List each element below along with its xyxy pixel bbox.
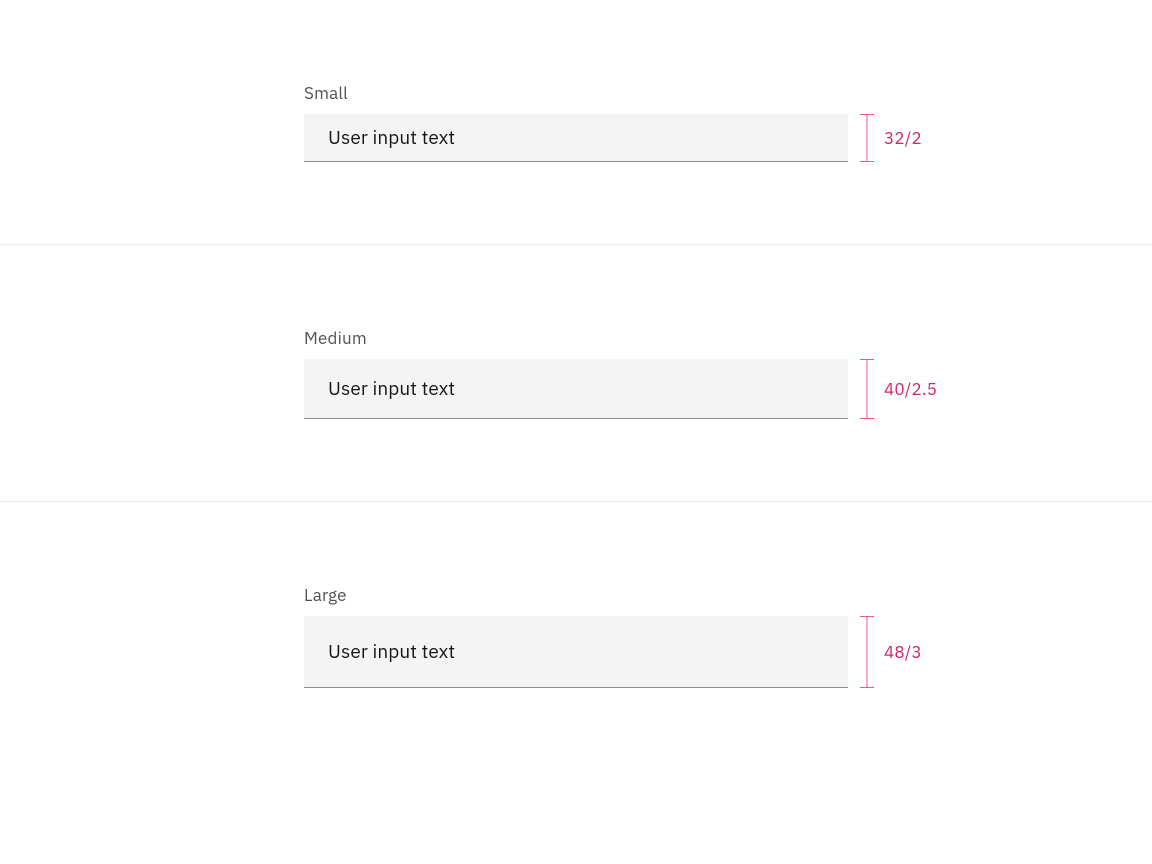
field-label: Medium bbox=[304, 327, 1152, 349]
text-input-large[interactable]: User input text bbox=[304, 616, 848, 688]
height-measure: 40/2.5 bbox=[860, 359, 937, 419]
measure-bracket-icon bbox=[860, 616, 874, 688]
height-measure: 48/3 bbox=[860, 616, 922, 688]
field-label: Small bbox=[304, 82, 1152, 104]
measure-value: 32/2 bbox=[884, 127, 922, 149]
height-measure: 32/2 bbox=[860, 114, 922, 162]
field-label: Large bbox=[304, 584, 1152, 606]
text-input-medium[interactable]: User input text bbox=[304, 359, 848, 419]
measure-bracket-icon bbox=[860, 359, 874, 419]
measure-bracket-icon bbox=[860, 114, 874, 162]
size-section-medium: Medium User input text 40/2.5 bbox=[0, 244, 1152, 501]
size-section-small: Small User input text 32/2 bbox=[0, 0, 1152, 244]
spec-page: Small User input text 32/2 Medium User i… bbox=[0, 0, 1152, 770]
field-row: User input text 40/2.5 bbox=[304, 359, 1152, 419]
field-row: User input text 48/3 bbox=[304, 616, 1152, 688]
measure-value: 48/3 bbox=[884, 641, 922, 663]
input-value: User input text bbox=[328, 126, 455, 150]
input-value: User input text bbox=[328, 640, 455, 664]
size-section-large: Large User input text 48/3 bbox=[0, 501, 1152, 770]
measure-value: 40/2.5 bbox=[884, 378, 937, 400]
field-row: User input text 32/2 bbox=[304, 114, 1152, 162]
input-value: User input text bbox=[328, 377, 455, 401]
text-input-small[interactable]: User input text bbox=[304, 114, 848, 162]
